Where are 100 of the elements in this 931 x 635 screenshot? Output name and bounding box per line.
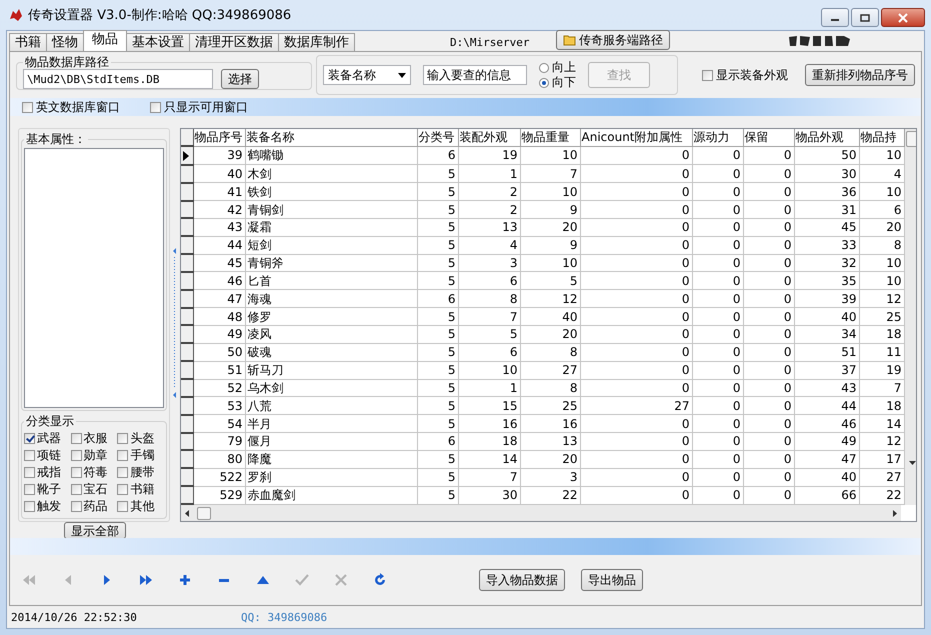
row-indicator[interactable] bbox=[181, 236, 193, 254]
table-cell: 522 bbox=[193, 468, 245, 486]
column-header[interactable]: 分类号 bbox=[417, 129, 458, 146]
tab[interactable]: 清理开区数据 bbox=[189, 33, 279, 51]
tab[interactable]: 物品 bbox=[83, 30, 127, 51]
table-cell: 20 bbox=[520, 218, 580, 236]
table-cell: 18 bbox=[859, 396, 904, 415]
category-checkbox[interactable]: 戒指 bbox=[24, 464, 71, 480]
close-button[interactable] bbox=[881, 8, 925, 27]
direction-radio[interactable]: 向下 bbox=[539, 75, 576, 90]
show-appearance-checkbox[interactable]: 显示装备外观 bbox=[702, 66, 788, 84]
category-checkbox[interactable]: 药品 bbox=[70, 498, 118, 514]
table-cell: 50 bbox=[193, 343, 245, 362]
table-cell: 2 bbox=[458, 200, 520, 218]
table-cell: 0 bbox=[580, 414, 692, 433]
minimize-button[interactable] bbox=[821, 8, 849, 27]
row-indicator[interactable] bbox=[181, 379, 193, 397]
row-indicator[interactable] bbox=[181, 146, 193, 165]
table-cell: 0 bbox=[692, 486, 743, 504]
field-dropdown[interactable]: 装备名称 bbox=[323, 65, 411, 85]
table-cell: 0 bbox=[580, 361, 692, 380]
column-header[interactable]: 装备名称 bbox=[245, 129, 417, 146]
show-all-button[interactable]: 显示全部 bbox=[64, 522, 126, 538]
category-checkbox[interactable]: 头盔 bbox=[117, 430, 164, 446]
table-cell: 79 bbox=[193, 432, 245, 450]
scroll-thumb[interactable] bbox=[906, 131, 916, 147]
row-indicator[interactable] bbox=[181, 450, 193, 468]
row-indicator[interactable] bbox=[181, 254, 193, 272]
category-checkbox[interactable]: 符毒 bbox=[70, 464, 118, 480]
row-indicator[interactable] bbox=[181, 218, 193, 236]
table-cell: 0 bbox=[580, 164, 692, 183]
tab[interactable]: 数据库制作 bbox=[278, 33, 355, 51]
table-cell: 0 bbox=[692, 254, 743, 272]
table-cell: 9 bbox=[520, 200, 580, 218]
action-button[interactable]: 导出物品 bbox=[581, 569, 643, 591]
category-checkbox[interactable]: 衣服 bbox=[70, 430, 118, 446]
logo-drawing bbox=[788, 34, 852, 48]
table-cell: 22 bbox=[859, 486, 904, 504]
maximize-button[interactable] bbox=[851, 8, 879, 27]
renumber-button[interactable]: 重新排列物品序号 bbox=[805, 64, 915, 86]
table-cell: 破魂 bbox=[245, 343, 417, 362]
table-cell: 半月 bbox=[245, 414, 417, 433]
table-cell: 39 bbox=[794, 290, 859, 308]
table-cell: 短剑 bbox=[245, 236, 417, 254]
table-cell: 修罗 bbox=[245, 308, 417, 326]
column-header[interactable]: 保留 bbox=[743, 129, 794, 146]
category-checkbox[interactable]: 武器 bbox=[24, 430, 71, 446]
tab[interactable]: 书籍 bbox=[9, 33, 47, 51]
direction-radio[interactable]: 向上 bbox=[539, 60, 576, 75]
search-field[interactable]: 输入要查的信息 bbox=[423, 65, 527, 85]
table-cell: 22 bbox=[520, 486, 580, 504]
column-header[interactable]: 装配外观 bbox=[458, 129, 520, 146]
table-cell: 0 bbox=[743, 325, 794, 344]
column-header[interactable]: 源动力 bbox=[692, 129, 743, 146]
tab[interactable]: 基本设置 bbox=[126, 33, 190, 51]
action-button[interactable]: 导入物品数据 bbox=[479, 569, 565, 591]
row-indicator[interactable] bbox=[181, 361, 193, 380]
table-cell: 赤血魔剑 bbox=[245, 486, 417, 504]
column-header[interactable]: Anicount附加属性 bbox=[580, 129, 692, 146]
table-cell: 0 bbox=[580, 200, 692, 218]
attributes-box[interactable] bbox=[24, 148, 164, 408]
column-header[interactable]: 物品序号 bbox=[193, 129, 245, 146]
database-path-field[interactable]: \Mud2\DB\StdItems.DB bbox=[23, 69, 213, 89]
row-indicator[interactable] bbox=[181, 325, 193, 344]
table-cell: 0 bbox=[580, 468, 692, 486]
column-header[interactable]: 物品重量 bbox=[520, 129, 580, 146]
option-checkbox[interactable]: 英文数据库窗口 bbox=[22, 98, 120, 116]
table-cell: 10 bbox=[520, 182, 580, 201]
row-indicator[interactable] bbox=[181, 343, 193, 362]
category-checkbox[interactable]: 书籍 bbox=[117, 481, 164, 497]
table-cell: 0 bbox=[743, 182, 794, 201]
category-checkbox[interactable]: 项链 bbox=[24, 447, 71, 463]
table-cell: 木剑 bbox=[245, 164, 417, 183]
category-checkbox[interactable]: 其他 bbox=[117, 498, 164, 514]
table-cell: 47 bbox=[193, 290, 245, 308]
table-cell: 52 bbox=[193, 379, 245, 397]
table-cell: 凌风 bbox=[245, 325, 417, 344]
tab[interactable]: 怪物 bbox=[46, 33, 84, 51]
category-checkbox[interactable]: 触发 bbox=[24, 498, 71, 514]
browse-button[interactable]: 选择 bbox=[221, 69, 259, 89]
category-checkbox[interactable]: 勋章 bbox=[70, 447, 118, 463]
column-header[interactable]: 物品持 bbox=[859, 129, 904, 146]
scroll-thumb[interactable] bbox=[197, 506, 211, 520]
server-path-button[interactable]: 传奇服务端路径 bbox=[556, 30, 670, 50]
table-cell: 0 bbox=[580, 486, 692, 504]
category-checkbox[interactable]: 靴子 bbox=[24, 481, 71, 497]
vertical-scrollbar[interactable] bbox=[904, 129, 916, 505]
column-header[interactable]: 物品外观 bbox=[794, 129, 859, 146]
row-indicator[interactable] bbox=[181, 486, 193, 504]
category-checkbox[interactable]: 宝石 bbox=[70, 481, 118, 497]
table-cell: 6 bbox=[417, 290, 458, 308]
cross-icon bbox=[332, 572, 350, 588]
category-checkbox[interactable]: 手镯 bbox=[117, 447, 164, 463]
horizontal-scrollbar[interactable] bbox=[181, 505, 901, 521]
row-indicator[interactable] bbox=[181, 468, 193, 486]
table-cell: 8 bbox=[859, 236, 904, 254]
table-cell: 5 bbox=[417, 450, 458, 468]
option-checkbox[interactable]: 只显示可用窗口 bbox=[150, 98, 248, 116]
category-checkbox[interactable]: 腰带 bbox=[117, 464, 164, 480]
table-cell: 5 bbox=[417, 396, 458, 415]
